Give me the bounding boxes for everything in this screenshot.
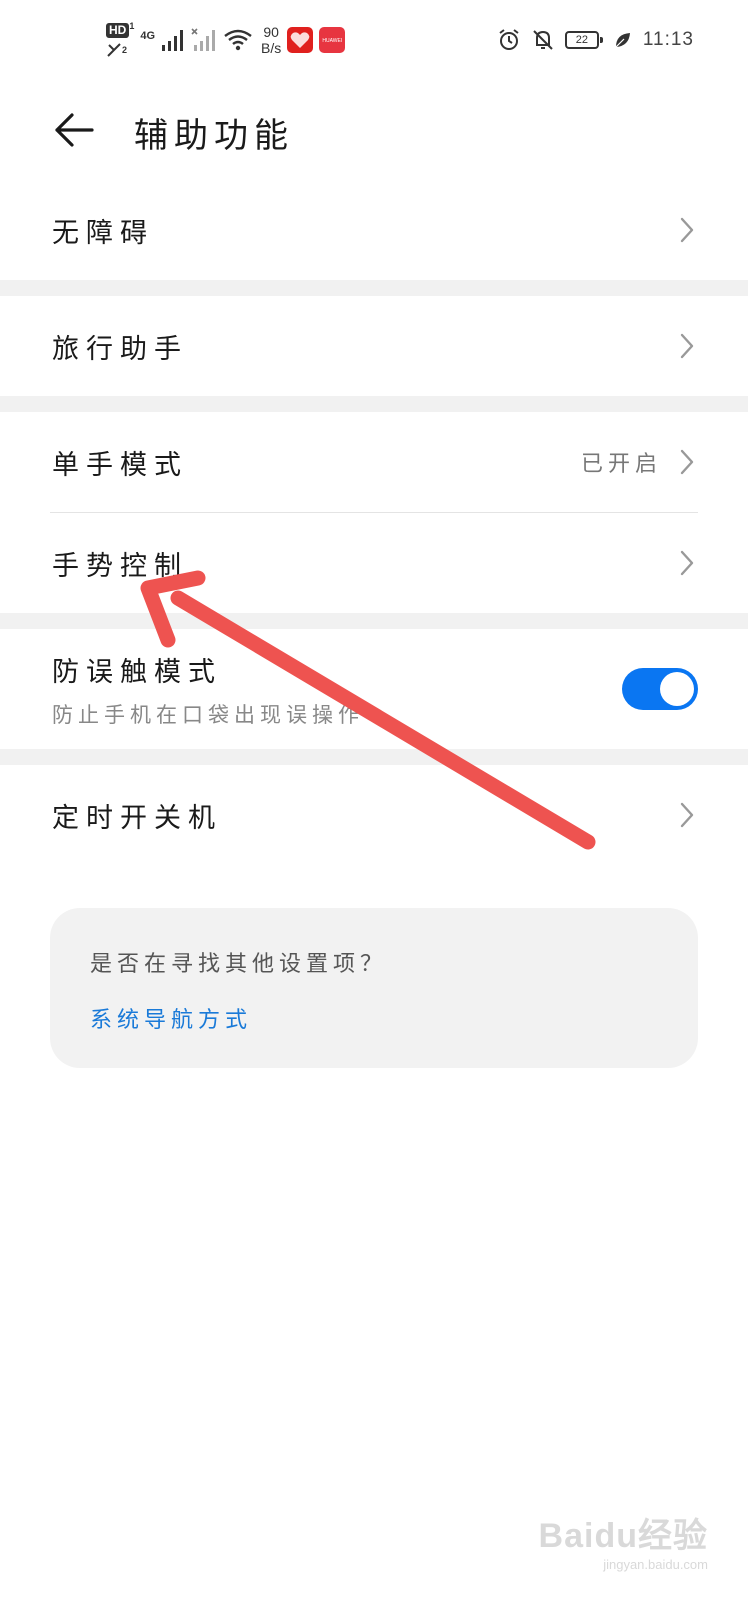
hd-badge: HD <box>106 23 130 38</box>
row-travel-assistant[interactable]: 旅行助手 <box>0 296 748 396</box>
row-label: 手势控制 <box>52 550 188 582</box>
battery-level: 22 <box>575 34 588 46</box>
status-time: 11:13 <box>642 29 694 50</box>
suggestion-card: 是否在寻找其他设置项？ 系统导航方式 <box>50 908 698 1068</box>
chevron-right-icon <box>676 446 698 478</box>
signal-icon-sim2 <box>191 28 216 51</box>
sim-indicators: HD 1 2 <box>106 19 134 61</box>
pocket-mode-toggle[interactable] <box>622 668 698 710</box>
back-button[interactable] <box>46 102 102 158</box>
sim1-label: 1 <box>129 21 135 31</box>
net-speed-unit: B/s <box>261 40 282 56</box>
status-bar: HD 1 2 4G 90 B/s HUAWEI 22 11:13 <box>0 0 748 80</box>
row-status-value: 已开启 <box>580 452 662 477</box>
group-separator <box>0 396 748 412</box>
watermark-sub: jingyan.baidu.com <box>603 1557 708 1572</box>
huawei-badge-label: HUAWEI <box>322 38 343 44</box>
net-speed-value: 90 <box>263 24 279 40</box>
chevron-right-icon <box>676 547 698 579</box>
mute-icon <box>533 30 553 50</box>
settings-group-travel: 旅行助手 <box>0 296 748 396</box>
row-scheduled-power[interactable]: 定时开关机 <box>0 765 748 865</box>
heart-grid-icon <box>290 32 310 48</box>
baidu-watermark: Baidu经验 jingyan.baidu.com <box>539 1508 708 1572</box>
status-left-group: HD 1 2 4G 90 B/s HUAWEI <box>106 14 346 66</box>
sim2-label: 2 <box>122 45 128 55</box>
row-gesture-control[interactable]: 手势控制 <box>0 513 748 613</box>
network-speed: 90 B/s <box>261 24 281 56</box>
settings-group-schedule: 定时开关机 <box>0 765 748 865</box>
row-label: 无障碍 <box>52 217 154 249</box>
network-type: 4G <box>140 30 156 42</box>
sim2-indicator: 2 <box>106 42 134 61</box>
system-navigation-link[interactable]: 系统导航方式 <box>90 1002 252 1034</box>
toggle-knob <box>660 672 694 706</box>
row-subtitle: 防止手机在口袋出现误操作 <box>52 702 364 727</box>
shopping-app-icon <box>287 27 314 53</box>
row-label: 旅行助手 <box>52 333 188 365</box>
row-label: 定时开关机 <box>52 802 222 834</box>
page-title: 辅助功能 <box>134 116 294 156</box>
settings-group-accessibility: 无障碍 <box>0 180 748 280</box>
battery-icon: 22 <box>564 31 603 49</box>
row-pocket-mode: 防误触模式 防止手机在口袋出现误操作 <box>0 629 748 749</box>
signal-icon <box>162 30 184 51</box>
status-right-group: 22 11:13 <box>497 28 694 52</box>
suggestion-question: 是否在寻找其他设置项？ <box>90 952 388 977</box>
app-header: 辅助功能 <box>0 88 748 172</box>
back-arrow-icon <box>55 113 94 147</box>
watermark-main: Baidu经验 <box>538 1517 708 1555</box>
alarm-icon <box>499 29 519 50</box>
call-off-icon <box>107 43 121 57</box>
row-text: 防误触模式 防止手机在口袋出现误操作 <box>52 650 622 729</box>
group-separator <box>0 613 748 629</box>
group-separator <box>0 280 748 296</box>
wifi-icon <box>224 29 252 51</box>
row-one-hand-mode[interactable]: 单手模式 已开启 <box>0 412 748 512</box>
huawei-app-icon: HUAWEI <box>319 27 346 53</box>
group-separator <box>0 749 748 765</box>
settings-group-pocket-mode: 防误触模式 防止手机在口袋出现误操作 <box>0 629 748 749</box>
row-accessibility[interactable]: 无障碍 <box>0 180 748 280</box>
settings-group-controls: 单手模式 已开启 手势控制 <box>0 412 748 613</box>
settings-list: 无障碍 旅行助手 单手模式 已开启 手势控制 防误触模式 防止手机在口袋出现误操… <box>0 180 748 865</box>
row-label: 防误触模式 <box>52 656 222 688</box>
chevron-right-icon <box>676 214 698 246</box>
hd-indicator: HD 1 <box>106 19 134 38</box>
row-label: 单手模式 <box>52 449 188 481</box>
leaf-icon <box>615 33 630 48</box>
chevron-right-icon <box>676 799 698 831</box>
chevron-right-icon <box>676 330 698 362</box>
